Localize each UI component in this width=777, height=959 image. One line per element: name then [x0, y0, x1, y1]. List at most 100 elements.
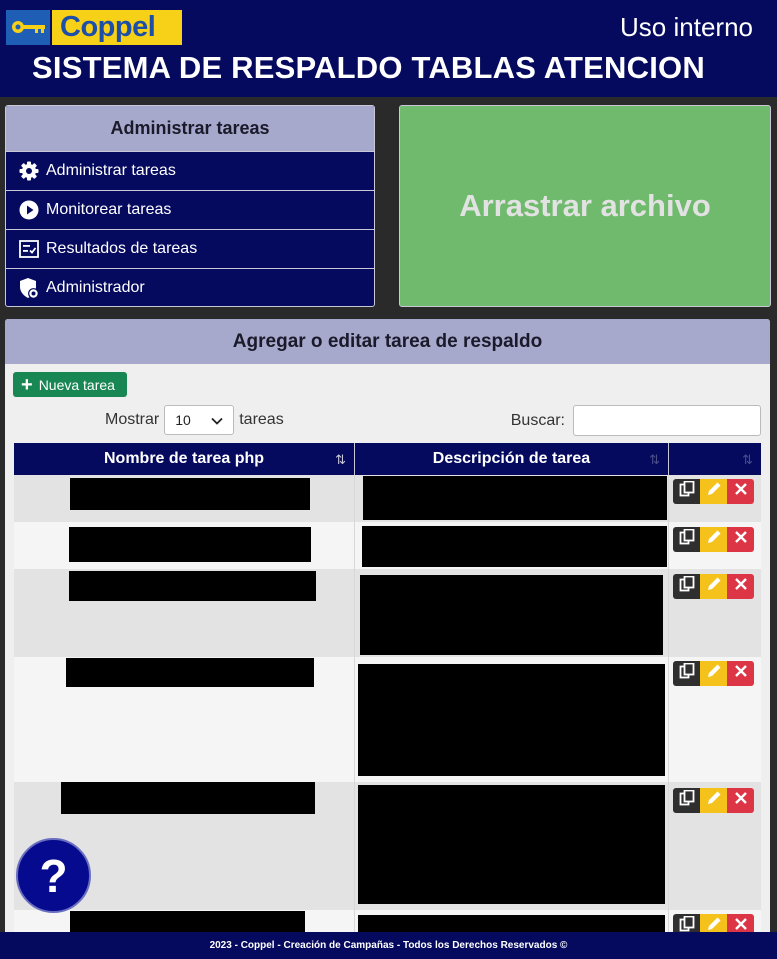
- menu-item-label: Administrador: [46, 279, 145, 296]
- chevron-down-icon: [211, 412, 223, 428]
- pencil-icon: [706, 790, 722, 811]
- table-row: [14, 522, 761, 569]
- column-header-actions[interactable]: ⇅: [669, 443, 761, 475]
- page-title: SISTEMA DE RESPALDO TABLAS ATENCION: [32, 50, 705, 85]
- row-actions: [673, 661, 754, 686]
- question-icon: ?: [39, 849, 68, 902]
- edit-button[interactable]: [700, 574, 727, 599]
- pencil-icon: [706, 481, 722, 502]
- row-actions: [673, 479, 754, 504]
- redacted-block: [363, 476, 667, 520]
- actions-cell: [669, 522, 761, 569]
- pencil-icon: [706, 576, 722, 597]
- menu-item-label: Resultados de tareas: [46, 240, 198, 257]
- actions-cell: [669, 782, 761, 910]
- search-input[interactable]: [573, 405, 761, 436]
- close-icon: [734, 791, 748, 810]
- search-label: Buscar:: [510, 411, 565, 429]
- checklist-icon: [18, 238, 40, 260]
- column-header-name[interactable]: Nombre de tarea php ⇅: [14, 443, 355, 475]
- menu-title: Administrar tareas: [6, 106, 374, 151]
- task-name-cell: [14, 569, 355, 657]
- footer-text: 2023 - Coppel - Creación de Campañas - T…: [209, 940, 568, 951]
- table-header: Nombre de tarea php ⇅ Descripción de tar…: [14, 443, 761, 475]
- table-row: [14, 782, 761, 910]
- edit-button[interactable]: [700, 479, 727, 504]
- task-description-cell: [355, 522, 669, 569]
- delete-button[interactable]: [727, 527, 754, 552]
- menu-item-monitor-tasks[interactable]: Monitorear tareas: [6, 190, 374, 229]
- delete-button[interactable]: [727, 788, 754, 813]
- app-header: Coppel Uso interno SISTEMA DE RESPALDO T…: [0, 0, 777, 97]
- delete-button[interactable]: [727, 479, 754, 504]
- coppel-logo: Coppel: [6, 10, 182, 45]
- copy-icon: [679, 528, 695, 550]
- menu-item-task-results[interactable]: Resultados de tareas: [6, 229, 374, 268]
- redacted-block: [66, 658, 314, 687]
- sort-icon: ⇅: [742, 452, 753, 467]
- redacted-block: [362, 526, 667, 567]
- actions-cell: [669, 475, 761, 522]
- dropzone-label: Arrastrar archivo: [459, 188, 711, 223]
- file-dropzone[interactable]: Arrastrar archivo: [399, 105, 771, 307]
- shield-user-icon: [18, 277, 40, 299]
- copy-icon: [679, 480, 695, 502]
- key-icon: [6, 10, 52, 45]
- table-row: [14, 657, 761, 782]
- table-row: [14, 475, 761, 522]
- task-menu-panel: Administrar tareas Administrar tareas Mo…: [5, 105, 375, 307]
- menu-item-manage-tasks[interactable]: Administrar tareas: [6, 151, 374, 190]
- redacted-block: [69, 571, 316, 601]
- task-name-cell: [14, 522, 355, 569]
- card-title: Agregar o editar tarea de respaldo: [5, 319, 770, 364]
- sort-icon: ⇅: [335, 452, 346, 467]
- menu-item-label: Administrar tareas: [46, 162, 176, 179]
- table-row: [14, 569, 761, 657]
- sort-icon: ⇅: [649, 452, 660, 467]
- close-icon: [734, 482, 748, 501]
- tasks-table: Nombre de tarea php ⇅ Descripción de tar…: [14, 443, 761, 959]
- page-footer: 2023 - Coppel - Creación de Campañas - T…: [0, 932, 777, 959]
- page-length-select[interactable]: 10: [164, 405, 235, 435]
- task-description-cell: [355, 569, 669, 657]
- new-task-label: Nueva tarea: [38, 376, 115, 393]
- edit-button[interactable]: [700, 788, 727, 813]
- copy-icon: [679, 575, 695, 597]
- actions-cell: [669, 657, 761, 782]
- column-label: Descripción de tarea: [432, 450, 591, 467]
- new-task-button[interactable]: + Nueva tarea: [13, 372, 127, 397]
- menu-item-label: Monitorear tareas: [46, 201, 172, 218]
- task-description-cell: [355, 475, 669, 522]
- copy-button[interactable]: [673, 479, 700, 504]
- copy-button[interactable]: [673, 661, 700, 686]
- redacted-block: [360, 575, 663, 655]
- delete-button[interactable]: [727, 574, 754, 599]
- copy-button[interactable]: [673, 527, 700, 552]
- task-description-cell: [355, 657, 669, 782]
- copy-icon: [679, 789, 695, 811]
- play-circle-icon: [18, 199, 40, 221]
- pencil-icon: [706, 529, 722, 550]
- tasks-label: tareas: [239, 411, 284, 428]
- show-label: Mostrar: [105, 411, 160, 428]
- task-name-cell: [14, 657, 355, 782]
- close-icon: [734, 577, 748, 596]
- column-header-description[interactable]: Descripción de tarea ⇅: [355, 443, 669, 475]
- delete-button[interactable]: [727, 661, 754, 686]
- task-name-cell: [14, 475, 355, 522]
- edit-button[interactable]: [700, 527, 727, 552]
- task-description-cell: [355, 782, 669, 910]
- column-label: Nombre de tarea php: [103, 450, 265, 467]
- copy-icon: [679, 662, 695, 684]
- close-icon: [734, 530, 748, 549]
- logo-text: Coppel: [60, 11, 156, 43]
- edit-button[interactable]: [700, 661, 727, 686]
- row-actions: [673, 574, 754, 599]
- page-length-value: 10: [175, 412, 191, 428]
- redacted-block: [61, 782, 315, 814]
- redacted-block: [70, 478, 310, 510]
- copy-button[interactable]: [673, 574, 700, 599]
- copy-button[interactable]: [673, 788, 700, 813]
- menu-item-administrator[interactable]: Administrador: [6, 268, 374, 306]
- help-button[interactable]: ?: [16, 838, 91, 913]
